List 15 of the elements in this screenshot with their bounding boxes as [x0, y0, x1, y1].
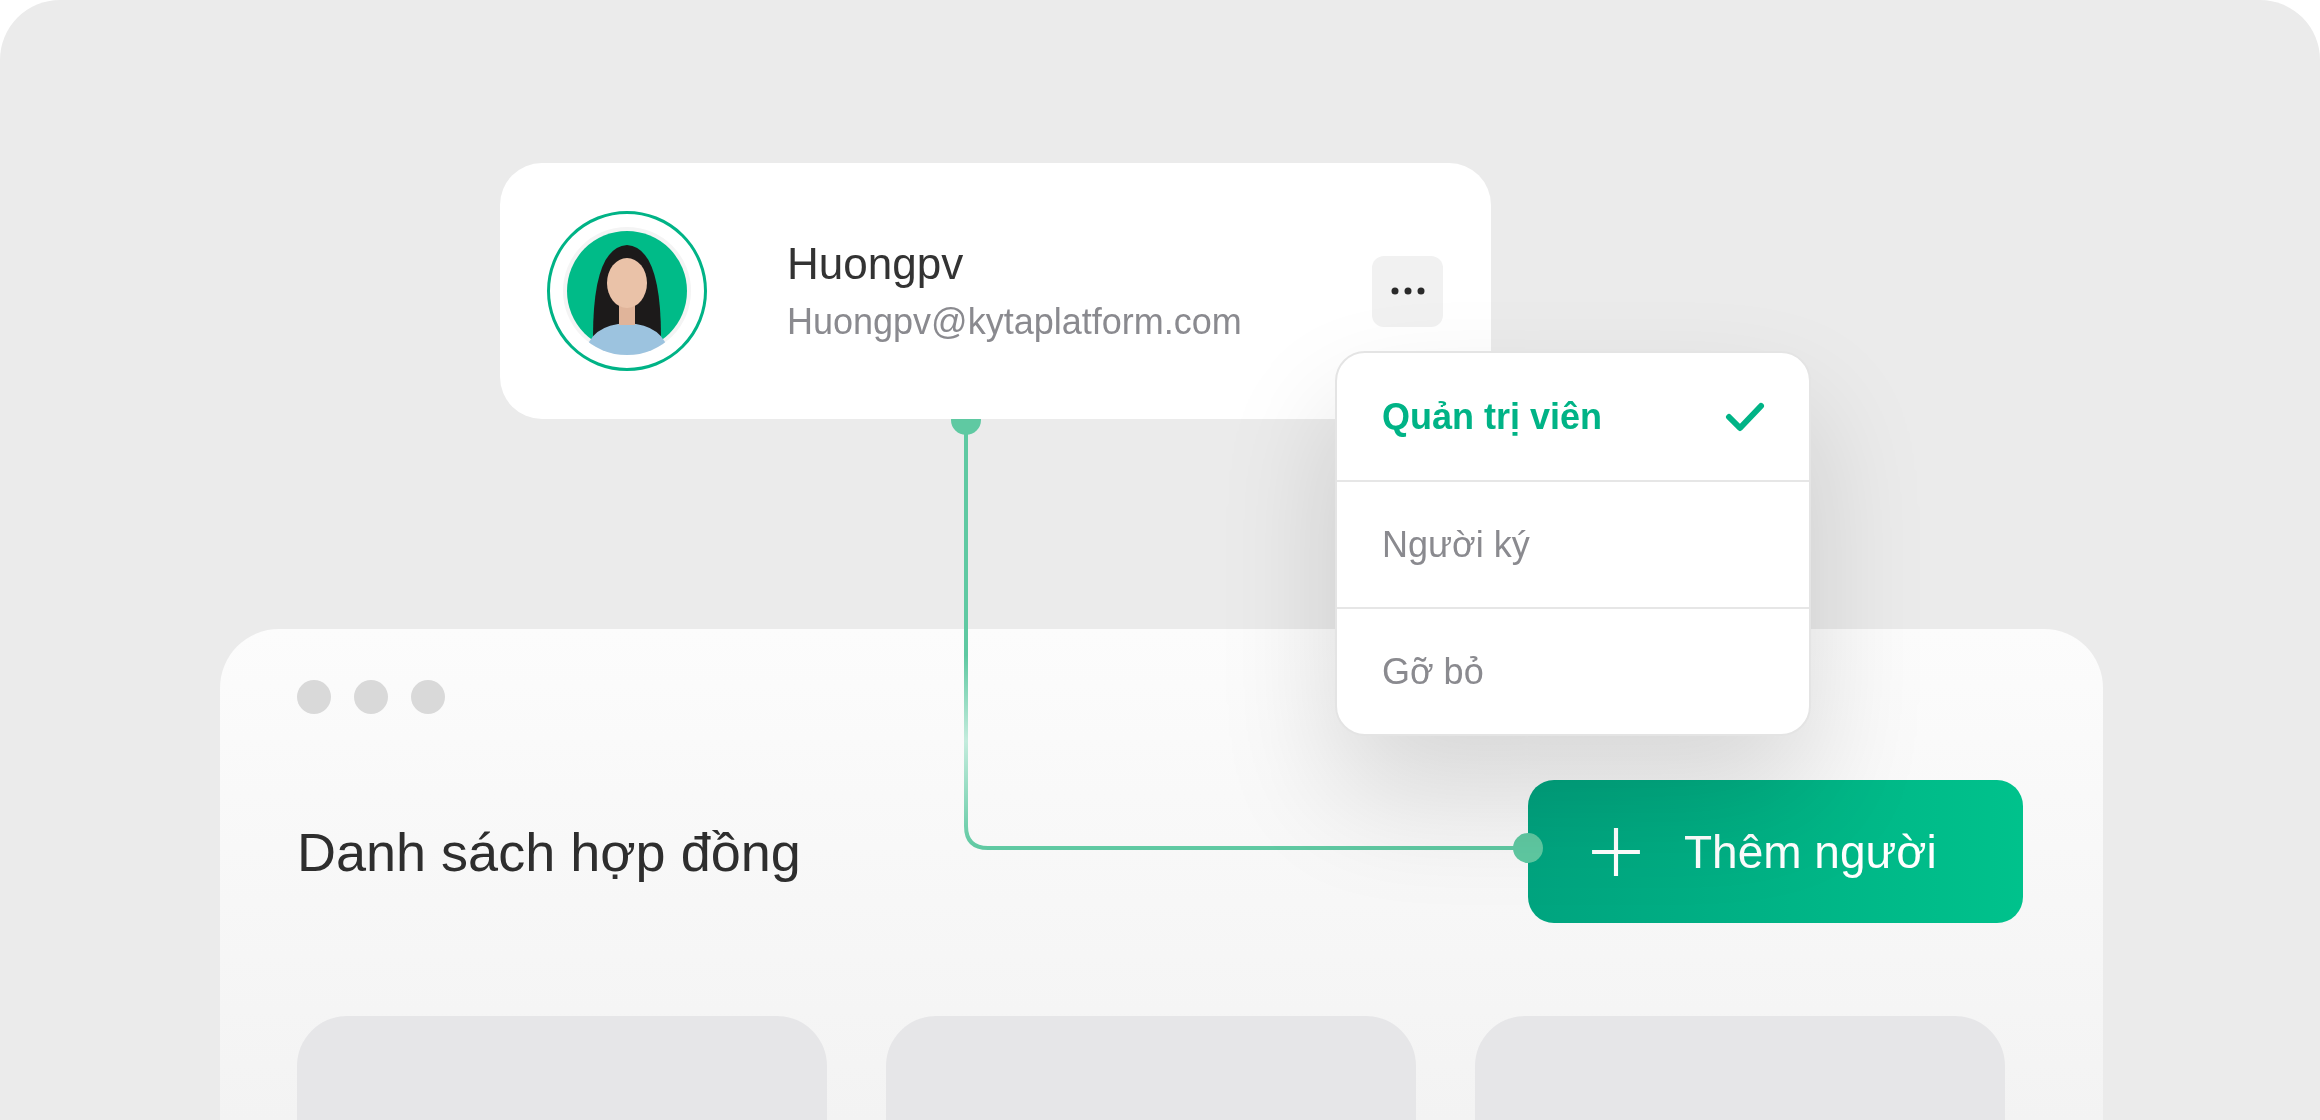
check-icon	[1725, 400, 1765, 433]
menu-item[interactable]: Gỡ bỏ	[1337, 607, 1809, 734]
connector-dot	[1513, 833, 1543, 863]
window-dot	[411, 680, 445, 714]
plus-icon	[1590, 825, 1642, 878]
add-person-button[interactable]: Thêm người	[1528, 780, 2023, 923]
window-dot	[297, 680, 331, 714]
menu-item[interactable]: Người ký	[1337, 480, 1809, 607]
page-title: Danh sách hợp đồng	[297, 820, 801, 883]
window-dot	[354, 680, 388, 714]
user-name: Huongpv	[787, 239, 965, 289]
more-button[interactable]	[1372, 255, 1443, 327]
user-email: Huongpv@kytaplatform.com	[787, 301, 1242, 343]
more-icon	[1390, 287, 1425, 295]
menu-item[interactable]: Quản trị viên	[1337, 353, 1809, 480]
